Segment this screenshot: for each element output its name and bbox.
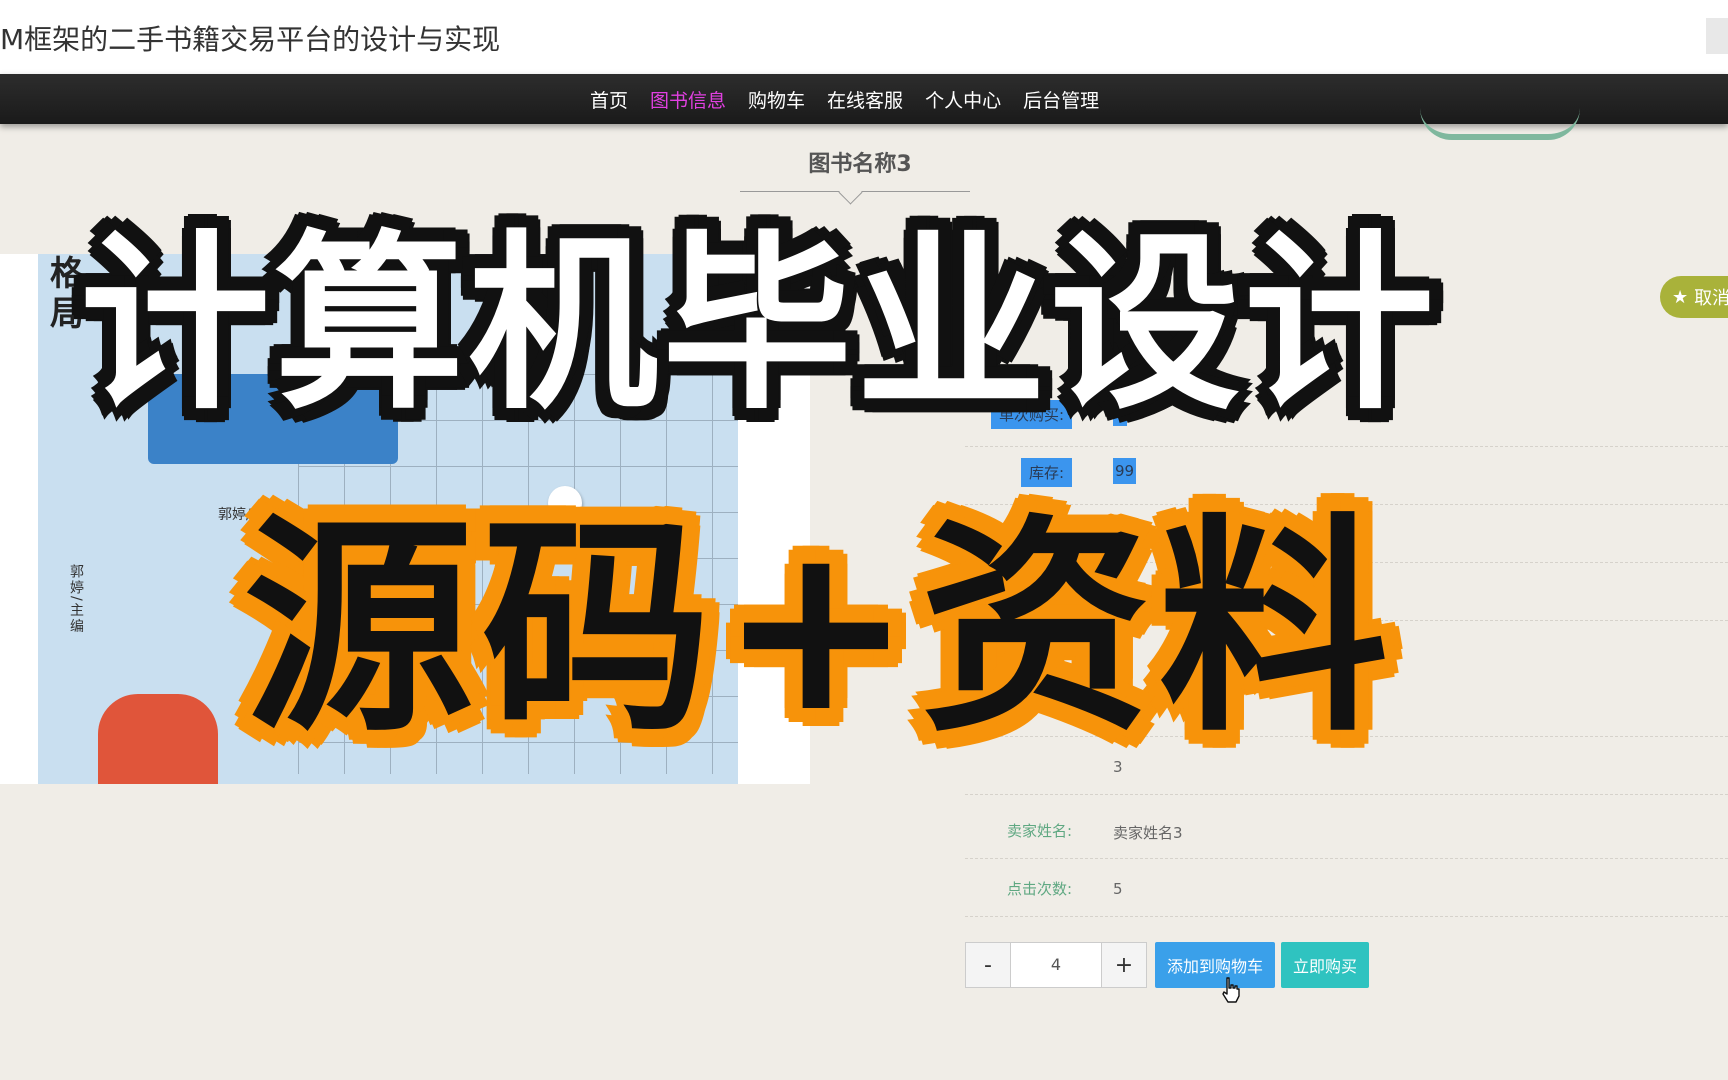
nav-online-service[interactable]: 在线客服 <box>827 86 903 113</box>
favorite-toggle-button[interactable]: ★ 取消 <box>1660 276 1728 318</box>
window-control[interactable] <box>1706 18 1728 54</box>
detail-value: 99 <box>1113 458 1137 484</box>
quantity-minus-button[interactable]: - <box>965 942 1011 988</box>
hand-cursor-icon <box>1222 977 1240 1003</box>
nav-cart[interactable]: 购物车 <box>748 86 805 113</box>
quantity-plus-button[interactable]: + <box>1101 942 1147 988</box>
add-to-cart-button[interactable]: 添加到购物车 <box>1155 942 1276 988</box>
nav-home[interactable]: 首页 <box>590 86 628 113</box>
detail-label: 点击次数: <box>1006 880 1072 898</box>
decorative-arc <box>1420 108 1580 140</box>
purchase-controls: - 4 + 添加到购物车 立即购买 <box>965 942 1370 988</box>
title-caret-icon <box>838 180 863 205</box>
browser-title-bar: M框架的二手书籍交易平台的设计与实现 <box>0 0 1728 74</box>
detail-value: 卖家姓名3 <box>1113 824 1183 842</box>
overlay-banner-line1: 计算机毕业设计 <box>80 214 1439 435</box>
buy-now-button[interactable]: 立即购买 <box>1281 942 1370 988</box>
detail-row-click-count: 点击次数: 5 <box>965 858 1728 917</box>
detail-label: 卖家姓名: <box>1006 822 1072 840</box>
nav-items: 首页 图书信息 购物车 在线客服 个人中心 后台管理 <box>590 74 1121 124</box>
nav-book-info[interactable]: 图书信息 <box>650 86 726 113</box>
detail-row-seller-name: 卖家姓名: 卖家姓名3 <box>965 800 1728 859</box>
site-title: M框架的二手书籍交易平台的设计与实现 <box>0 23 501 56</box>
star-icon: ★ <box>1672 286 1689 308</box>
book-title: 图书名称3 <box>808 152 912 177</box>
cover-editor: 郭婷/主编 <box>68 564 84 635</box>
nav-admin[interactable]: 后台管理 <box>1023 86 1099 113</box>
favorite-label: 取消 <box>1694 288 1728 309</box>
overlay-banner-line2: 源码+资料 <box>243 496 1397 763</box>
quantity-input[interactable]: 4 <box>1011 942 1101 988</box>
detail-label: 库存: <box>1020 458 1072 487</box>
detail-value: 5 <box>1113 880 1123 898</box>
nav-personal-center[interactable]: 个人中心 <box>925 86 1001 113</box>
